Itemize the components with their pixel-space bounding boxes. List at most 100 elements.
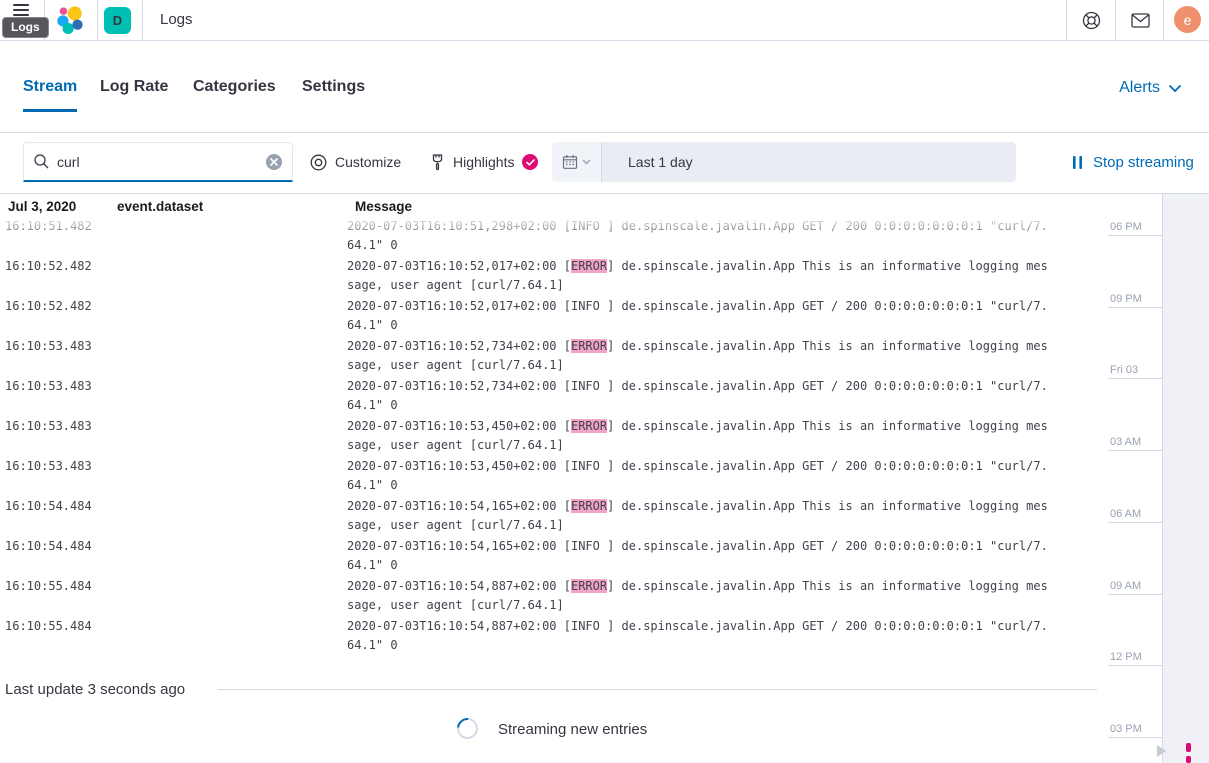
divider xyxy=(1115,0,1116,40)
divider xyxy=(1066,0,1067,40)
alerts-dropdown[interactable]: Alerts xyxy=(1119,79,1181,97)
log-row[interactable]: 16:10:54.484 2020-07-03T16:10:54,165+02:0… xyxy=(0,496,1100,536)
log-message: 2020-07-03T16:10:54,165+02:00 [INFO ] de… xyxy=(347,537,1057,575)
log-row[interactable]: 16:10:55.484 2020-07-03T16:10:54,887+02:0… xyxy=(0,616,1100,656)
column-header-row: Jul 3, 2020 event.dataset Message xyxy=(0,194,1100,216)
tab-categories[interactable]: Categories xyxy=(193,78,276,109)
highlight-error: ERROR xyxy=(571,419,607,433)
log-timestamp: 16:10:55.484 xyxy=(5,617,92,636)
eye-icon xyxy=(310,154,327,171)
divider xyxy=(97,0,98,40)
log-message: 2020-07-03T16:10:51,298+02:00 [INFO ] de… xyxy=(347,217,1057,255)
column-date: Jul 3, 2020 xyxy=(8,199,76,214)
log-timestamp: 16:10:53.483 xyxy=(5,417,92,436)
log-message: 2020-07-03T16:10:52,017+02:00 [ERROR] de… xyxy=(347,257,1057,295)
stop-streaming-label: Stop streaming xyxy=(1093,154,1194,171)
log-rows: 16:10:51.482 2020-07-03T16:10:51,298+02:0… xyxy=(0,216,1100,656)
highlight-error: ERROR xyxy=(571,579,607,593)
chevron-down-icon xyxy=(582,159,591,165)
log-row[interactable]: 16:10:51.482 2020-07-03T16:10:51,298+02:0… xyxy=(0,216,1100,256)
time-axis-tick: 12 PM xyxy=(1108,651,1163,666)
minimap-position-marker-icon xyxy=(1157,745,1166,757)
highlight-error: ERROR xyxy=(571,259,607,273)
time-axis-tick: 06 AM xyxy=(1108,508,1163,523)
log-timestamp: 16:10:54.484 xyxy=(5,497,92,516)
help-icon[interactable] xyxy=(1082,11,1101,30)
log-message: 2020-07-03T16:10:54,887+02:00 [ERROR] de… xyxy=(347,577,1057,615)
time-axis-tick: 06 PM xyxy=(1108,221,1163,236)
alerts-label: Alerts xyxy=(1119,79,1160,97)
log-message: 2020-07-03T16:10:53,450+02:00 [ERROR] de… xyxy=(347,417,1057,455)
log-stream: Jul 3, 2020 event.dataset Message 16:10:… xyxy=(0,194,1100,763)
chevron-down-icon xyxy=(1169,85,1181,92)
log-row[interactable]: 16:10:54.484 2020-07-03T16:10:54,165+02:0… xyxy=(0,536,1100,576)
minimap-density-area[interactable] xyxy=(1162,194,1209,763)
highlights-label: Highlights xyxy=(453,154,514,170)
log-timestamp: 16:10:51.482 xyxy=(5,217,92,236)
log-message: 2020-07-03T16:10:53,450+02:00 [INFO ] de… xyxy=(347,457,1057,495)
log-timestamp: 16:10:53.483 xyxy=(5,377,92,396)
highlight-error: ERROR xyxy=(571,339,607,353)
log-timestamp: 16:10:53.483 xyxy=(5,337,92,356)
tab-settings[interactable]: Settings xyxy=(302,78,365,109)
streaming-spinner-icon xyxy=(453,714,483,744)
highlight-error: ERROR xyxy=(571,499,607,513)
log-timestamp: 16:10:52.482 xyxy=(5,297,92,316)
search-input[interactable] xyxy=(57,154,266,170)
time-axis-tick: Fri 03 xyxy=(1108,364,1163,379)
log-message: 2020-07-03T16:10:52,734+02:00 [INFO ] de… xyxy=(347,377,1057,415)
log-row[interactable]: 16:10:53.483 2020-07-03T16:10:53,450+02:0… xyxy=(0,456,1100,496)
stop-streaming-button[interactable]: Stop streaming xyxy=(1073,142,1194,182)
clear-search-icon[interactable] xyxy=(266,154,282,170)
log-message: 2020-07-03T16:10:52,734+02:00 [ERROR] de… xyxy=(347,337,1057,375)
search-icon xyxy=(34,154,49,169)
time-axis-tick: 09 PM xyxy=(1108,293,1163,308)
page-title: Logs xyxy=(160,11,193,28)
streaming-status-text: Streaming new entries xyxy=(498,721,647,738)
space-switcher[interactable]: D xyxy=(104,7,131,34)
date-quick-select[interactable] xyxy=(552,142,602,182)
column-dataset: event.dataset xyxy=(117,199,203,214)
log-row[interactable]: 16:10:53.483 2020-07-03T16:10:52,734+02:0… xyxy=(0,376,1100,416)
last-update-divider xyxy=(218,689,1097,690)
time-axis-tick: 09 AM xyxy=(1108,580,1163,595)
highlights-active-badge xyxy=(522,154,538,170)
minimap-entry-mark xyxy=(1186,743,1191,752)
calendar-icon xyxy=(562,154,578,170)
pause-icon xyxy=(1073,156,1083,169)
log-row[interactable]: 16:10:53.483 2020-07-03T16:10:52,734+02:0… xyxy=(0,336,1100,376)
date-range-value: Last 1 day xyxy=(628,154,693,170)
tab-stream[interactable]: Stream xyxy=(23,78,77,112)
search-box[interactable] xyxy=(23,142,293,182)
divider xyxy=(142,0,143,40)
time-axis-tick: 03 AM xyxy=(1108,436,1163,451)
log-message: 2020-07-03T16:10:54,887+02:00 [INFO ] de… xyxy=(347,617,1057,655)
time-axis-tick: 03 PM xyxy=(1108,723,1163,738)
log-row[interactable]: 16:10:53.483 2020-07-03T16:10:53,450+02:0… xyxy=(0,416,1100,456)
last-update-text: Last update 3 seconds ago xyxy=(5,681,185,698)
time-minimap[interactable]: 06 PM 09 PM Fri 03 03 AM 06 AM 09 AM 12 PM 03 P… xyxy=(1100,194,1209,763)
customize-button[interactable]: Customize xyxy=(310,142,401,182)
elastic-logo[interactable] xyxy=(55,5,85,35)
log-timestamp: 16:10:52.482 xyxy=(5,257,92,276)
tab-log-rate[interactable]: Log Rate xyxy=(100,78,168,109)
log-timestamp: 16:10:53.483 xyxy=(5,457,92,476)
date-range-picker[interactable]: Last 1 day xyxy=(552,142,1016,182)
log-row[interactable]: 16:10:52.482 2020-07-03T16:10:52,017+02:0… xyxy=(0,296,1100,336)
mail-icon[interactable] xyxy=(1131,13,1150,28)
minimap-entry-mark xyxy=(1186,756,1191,763)
log-timestamp: 16:10:54.484 xyxy=(5,537,92,556)
log-message: 2020-07-03T16:10:54,165+02:00 [ERROR] de… xyxy=(347,497,1057,535)
tab-bar: Stream Log Rate Categories Settings Aler… xyxy=(0,41,1209,133)
app-header: Logs D Logs e xyxy=(0,0,1209,41)
user-avatar[interactable]: e xyxy=(1174,6,1201,33)
highlights-button[interactable]: Highlights xyxy=(430,142,538,182)
column-message: Message xyxy=(355,199,412,214)
log-row[interactable]: 16:10:55.484 2020-07-03T16:10:54,887+02:0… xyxy=(0,576,1100,616)
log-row[interactable]: 16:10:52.482 2020-07-03T16:10:52,017+02:0… xyxy=(0,256,1100,296)
divider xyxy=(1163,0,1164,40)
log-message: 2020-07-03T16:10:52,017+02:00 [INFO ] de… xyxy=(347,297,1057,335)
customize-label: Customize xyxy=(335,154,401,170)
log-timestamp: 16:10:55.484 xyxy=(5,577,92,596)
log-toolbar: Customize Highlights Last 1 day Stop str… xyxy=(0,133,1209,194)
